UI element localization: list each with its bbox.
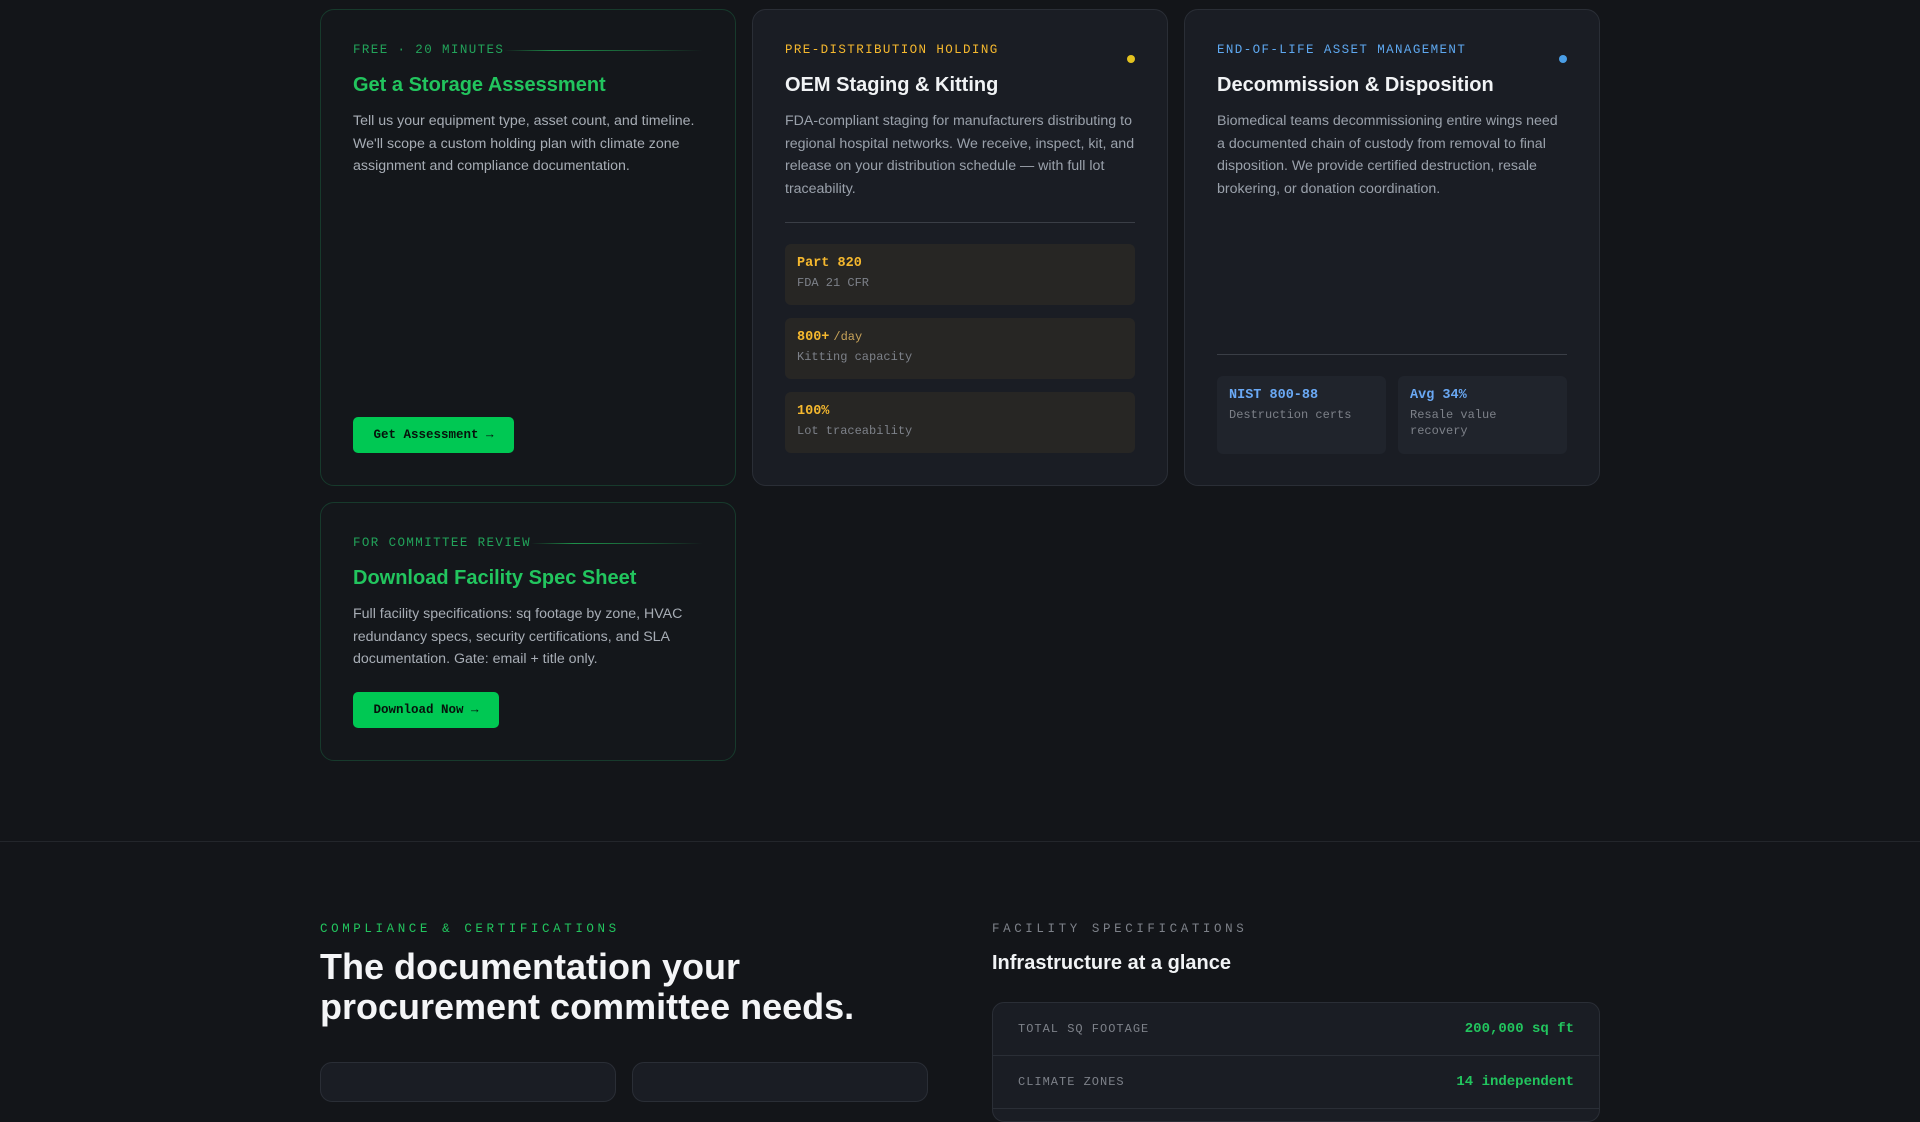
oem-description: FDA-compliant staging for manufacturers …: [785, 113, 1135, 197]
spec-row: TOTAL SQ FOOTAGE 200,000 sq ft: [993, 1003, 1599, 1056]
eyebrow-rule: [531, 542, 703, 544]
stat-label: FDA 21 CFR: [797, 276, 870, 290]
stat-label: Resale value recovery: [1410, 408, 1497, 438]
assessment-eyebrow: FREE · 20 MINUTES: [353, 42, 703, 58]
eyebrow-rule: [504, 49, 703, 51]
spec-sheet-eyebrow-text: FOR COMMITTEE REVIEW: [353, 536, 532, 550]
stat-label: Lot traceability: [797, 424, 913, 438]
facility-title: Infrastructure at a glance: [992, 952, 1231, 974]
spec-value: 14 independent: [1456, 1074, 1574, 1090]
spec-sheet-description: Full facility specifications: sq footage…: [353, 606, 683, 668]
oem-divider: [785, 222, 1135, 223]
decommission-description: Biomedical teams decommissioning entire …: [1217, 113, 1558, 197]
facility-eyebrow: FACILITY SPECIFICATIONS: [992, 922, 1248, 936]
spec-sheet-title: Download Facility Spec Sheet: [353, 567, 637, 589]
oem-title: OEM Staging & Kitting: [785, 74, 999, 96]
spec-value: 200,000 sq ft: [1464, 1021, 1574, 1037]
stat-value: NIST 800-88: [1229, 388, 1319, 403]
compliance-card: [632, 1062, 928, 1102]
decommission-divider: [1217, 354, 1567, 355]
decommission-stat-resale: Avg 34% Resale value recovery: [1398, 376, 1567, 454]
decommission-card: END-OF-LIFE ASSET MANAGEMENT Decommissio…: [1184, 9, 1600, 486]
compliance-title: The documentation your procurement commi…: [320, 946, 855, 1027]
oem-staging-card: PRE-DISTRIBUTION HOLDING OEM Staging & K…: [752, 9, 1168, 486]
status-dot-icon: [1127, 55, 1135, 63]
facility-spec-table: TOTAL SQ FOOTAGE 200,000 sq ft CLIMATE Z…: [992, 1002, 1600, 1122]
stat-unit: /day: [833, 330, 863, 344]
status-dot-icon: [1559, 55, 1567, 63]
download-now-button[interactable]: Download Now →: [353, 692, 499, 728]
spec-key: TOTAL SQ FOOTAGE: [1018, 1022, 1150, 1036]
stat-label: Destruction certs: [1229, 408, 1352, 422]
compliance-eyebrow: COMPLIANCE & CERTIFICATIONS: [320, 922, 620, 936]
oem-stat-traceability: 100% Lot traceability: [785, 392, 1135, 453]
stat-value: 100%: [797, 404, 830, 419]
spec-key: CLIMATE ZONES: [1018, 1075, 1125, 1089]
decommission-eyebrow: END-OF-LIFE ASSET MANAGEMENT: [1217, 43, 1467, 57]
stat-value: Avg 34%: [1410, 388, 1467, 403]
spec-row: CLIMATE ZONES 14 independent: [993, 1056, 1599, 1109]
stat-value: 800+: [797, 330, 830, 345]
decommission-title: Decommission & Disposition: [1217, 74, 1494, 96]
get-assessment-button[interactable]: Get Assessment →: [353, 417, 514, 453]
assessment-description: Tell us your equipment type, asset count…: [353, 113, 695, 175]
assessment-title: Get a Storage Assessment: [353, 74, 606, 96]
section-divider: [0, 841, 1920, 842]
oem-stat-kitting: 800+/day Kitting capacity: [785, 318, 1135, 379]
spec-sheet-eyebrow: FOR COMMITTEE REVIEW: [353, 535, 703, 551]
stat-label: Kitting capacity: [797, 350, 913, 364]
spec-sheet-card: FOR COMMITTEE REVIEW Download Facility S…: [320, 502, 736, 761]
stat-value: Part 820: [797, 256, 862, 271]
compliance-card: [320, 1062, 616, 1102]
oem-stat-part820: Part 820 FDA 21 CFR: [785, 244, 1135, 305]
oem-eyebrow: PRE-DISTRIBUTION HOLDING: [785, 43, 999, 57]
assessment-card: FREE · 20 MINUTES Get a Storage Assessme…: [320, 9, 736, 486]
assessment-eyebrow-text: FREE · 20 MINUTES: [353, 43, 505, 57]
decommission-stat-nist: NIST 800-88 Destruction certs: [1217, 376, 1386, 454]
